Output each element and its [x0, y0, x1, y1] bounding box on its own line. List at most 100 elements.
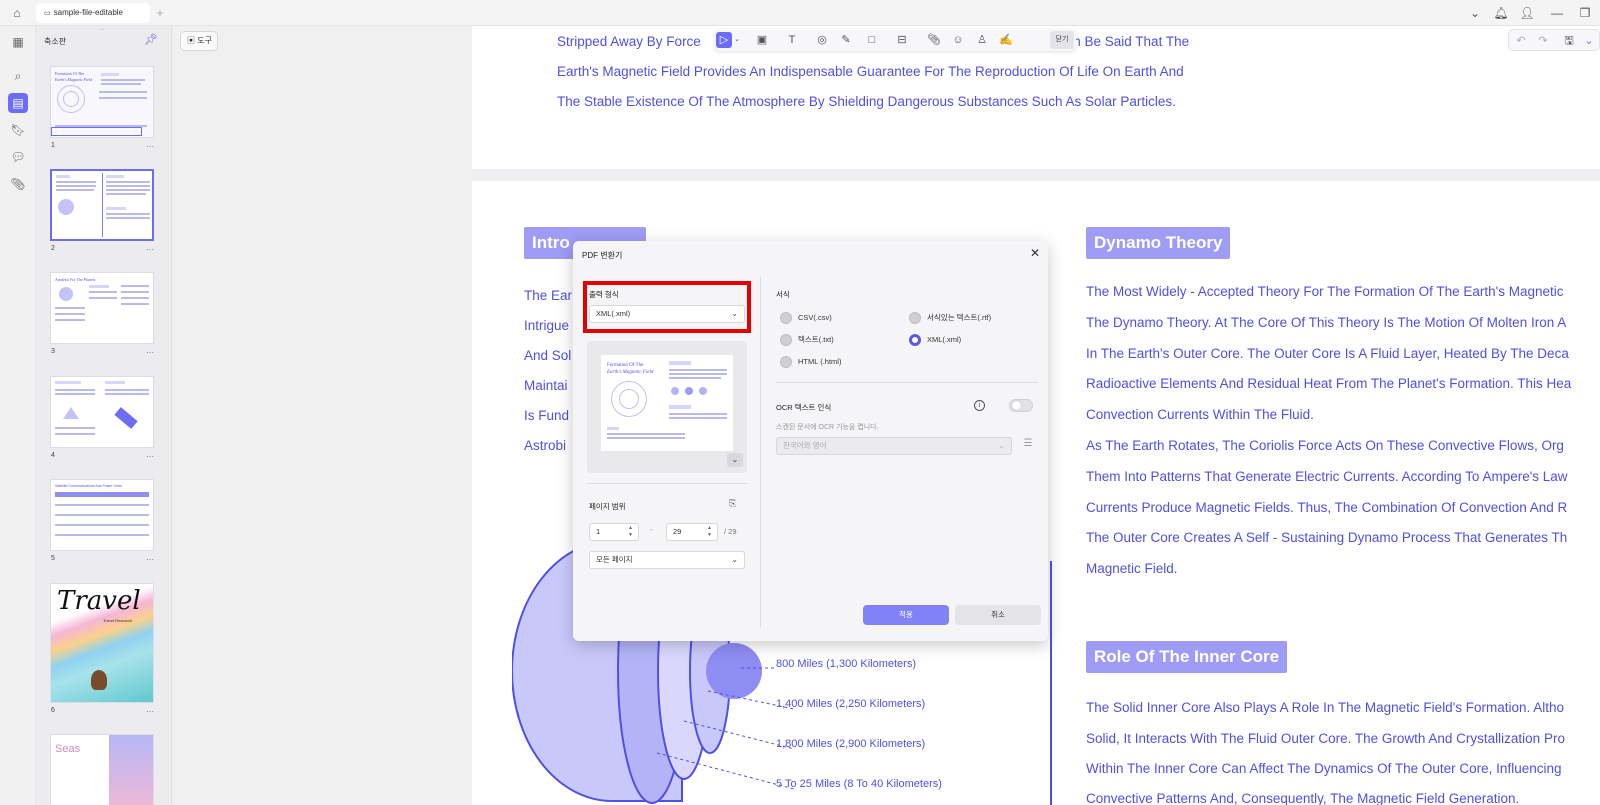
shape-tool-icon[interactable]: □ [864, 32, 880, 48]
textbox-tool-icon[interactable]: ▣ [754, 32, 770, 48]
thumbnail-page-number: 2 [51, 245, 55, 252]
thumbnail-more-button[interactable]: ··· [146, 452, 154, 461]
text-line: And Sol [524, 348, 572, 363]
highlighter-tool-icon[interactable]: ✎ [838, 32, 854, 48]
page-to-value: 29 [673, 527, 682, 536]
comment-tool-icon[interactable]: ◎ [814, 32, 830, 48]
ocr-label: OCR 텍스트 인식 [776, 403, 832, 412]
page-from-input[interactable]: 1 ▲ ▼ [589, 523, 639, 541]
thumbnails-icon[interactable]: ▤ [8, 93, 28, 113]
minimize-icon[interactable]: — [1548, 4, 1566, 22]
pin-icon[interactable]: 📌︎ [144, 33, 158, 47]
thumb-heading: Formation Of The [55, 71, 85, 76]
thumbnail-more-button[interactable]: ··· [146, 555, 154, 564]
page-thumbnail[interactable] [50, 169, 154, 241]
redo-icon[interactable]: ↷ [1535, 33, 1551, 49]
home-icon[interactable]: ⌂ [8, 4, 26, 22]
text-line: Maintai [524, 378, 568, 393]
page-from-value: 1 [596, 527, 601, 536]
text-tool-icon[interactable]: T [784, 32, 800, 48]
page-thumbnail[interactable]: Formation Of The Earth's Magnetic Field [50, 66, 154, 138]
page-thumbnail[interactable]: Analysis For The Planets [50, 272, 154, 344]
ocr-language-value: 한국어와 영어 [783, 441, 827, 450]
restore-icon[interactable]: ❐ [1576, 4, 1594, 22]
document-tab[interactable]: ▭ sample-file-editable [36, 3, 150, 23]
text-line: The Solid Inner Core Also Plays A Role I… [1086, 700, 1565, 715]
format-option-label: 텍스트(.txt) [798, 335, 834, 344]
undo-icon[interactable]: ↶ [1513, 33, 1529, 49]
drag-handle[interactable]: ··· [98, 26, 105, 33]
apps-grid-icon[interactable]: ▦ [8, 32, 28, 52]
bookmark-icon[interactable]: 🔖︎ [8, 120, 28, 140]
expand-preview-button[interactable]: ⌄ [727, 453, 743, 467]
radio-button[interactable] [780, 312, 792, 324]
search-icon[interactable]: ⌕ [8, 66, 28, 86]
toggle-knob [1012, 401, 1021, 410]
spinner-arrows-icon[interactable]: ▲ ▼ [707, 525, 712, 539]
layer-label: 5 To 25 Miles (8 To 40 Kilometers) [776, 778, 942, 790]
radio-button[interactable] [780, 356, 792, 368]
pdf-converter-dialog: PDF 변환기 ✕ 출력 형식 XML(.xml) ⌄ Formation Of… [573, 241, 1048, 641]
layer-label: 1,800 Miles (2,900 Kilometers) [776, 738, 926, 750]
radio-button[interactable] [909, 312, 921, 324]
chevron-down-icon[interactable]: ⌄ [1466, 4, 1484, 22]
page-thumbnail[interactable] [50, 376, 154, 448]
ocr-language-select[interactable]: 한국어와 영어 ⌄ [776, 437, 1012, 455]
attach-tool-icon[interactable]: 📎︎ [926, 32, 942, 48]
thumb-title: Seas [55, 743, 81, 755]
close-icon[interactable]: ✕ [1028, 246, 1042, 260]
dialog-title: PDF 변환기 [582, 251, 623, 260]
chevron-down-icon[interactable]: ⌄ [732, 32, 742, 48]
spinner-arrows-icon[interactable]: ▲ ▼ [628, 525, 633, 539]
format-option-label: XML(.xml) [927, 335, 962, 344]
account-icon[interactable]: 👤︎ [1518, 4, 1536, 22]
column-divider [1050, 561, 1052, 805]
toolbox-icon: ▣ [187, 36, 195, 45]
text-line: Magnetic Field. [1086, 561, 1178, 576]
tools-button[interactable]: ▣ 도구 [180, 31, 218, 51]
radio-button-selected[interactable] [909, 334, 921, 346]
highlight-box [583, 281, 751, 333]
sticker-tool-icon[interactable]: ☺ [950, 32, 966, 48]
layer-label: 1,400 Miles (2,250 Kilometers) [776, 698, 926, 710]
comment-icon[interactable]: 💬︎ [8, 147, 28, 167]
select-tool-icon[interactable]: ▷ [716, 32, 732, 48]
stamp-tool-icon[interactable]: ♙ [974, 32, 990, 48]
page-range-label: 페이지 범위 [589, 502, 626, 511]
chevron-down-icon[interactable]: ⌄ [1581, 33, 1597, 49]
page-thumbnail[interactable]: Seas [50, 734, 154, 805]
thumbnail-more-button[interactable]: ··· [146, 245, 154, 254]
save-icon[interactable]: 🖫︎ [1561, 33, 1577, 49]
page-thumbnail[interactable]: Satellite Communications And Power Grids [50, 479, 154, 551]
text-line: Astrobi [524, 438, 567, 453]
page-thumbnail[interactable]: Travel Travel Research [50, 583, 154, 703]
text-line: Stripped Away By Force [557, 34, 701, 49]
cancel-button[interactable]: 취소 [955, 605, 1041, 625]
text-line: Earth's Magnetic Field Provides An Indis… [557, 64, 1184, 79]
preview-page: Formation Of The Earth's Magnetic Field [601, 355, 733, 451]
radio-button[interactable] [780, 334, 792, 346]
attachment-icon[interactable]: 📎︎ [8, 174, 28, 194]
preview-subheading: Earth's Magnetic Field [607, 370, 654, 375]
ocr-toggle[interactable] [1009, 399, 1033, 412]
dynamo-heading: Dynamo Theory [1086, 227, 1231, 259]
signature-tool-icon[interactable]: ✍ [998, 32, 1014, 48]
page-range-settings-icon[interactable]: ⎘ [729, 498, 736, 509]
sliders-icon[interactable]: ☰ [1021, 437, 1035, 451]
thumbnail-more-button[interactable]: ··· [146, 348, 154, 357]
close-toolbar-button[interactable]: 닫기 [1050, 31, 1074, 49]
annotation-toolbar: ▷ ⌄ ▣ T ◎ ✎ □ ⊟ 📎︎ ☺ ♙ ✍ 닫기 [714, 29, 1076, 51]
new-tab-button[interactable]: + [151, 4, 169, 22]
notification-icon[interactable]: 🔔︎ [1492, 4, 1510, 22]
page-to-input[interactable]: 29 ▲ ▼ [666, 523, 718, 541]
thumb-subtitle: Travel Research [103, 618, 133, 623]
text-line: Is Fund [524, 408, 570, 423]
thumbnail-more-button[interactable]: ··· [146, 142, 154, 151]
thumb-title: Travel [57, 586, 141, 616]
thumbnail-more-button[interactable]: ··· [146, 707, 154, 716]
info-icon[interactable]: i [974, 400, 985, 411]
thumb-heading: Satellite Communications And Power Grids [55, 484, 122, 488]
stamp-area-tool-icon[interactable]: ⊟ [894, 32, 910, 48]
apply-button[interactable]: 적용 [863, 605, 949, 625]
page-subset-select[interactable]: 모든 페이지 ⌄ [589, 551, 745, 569]
